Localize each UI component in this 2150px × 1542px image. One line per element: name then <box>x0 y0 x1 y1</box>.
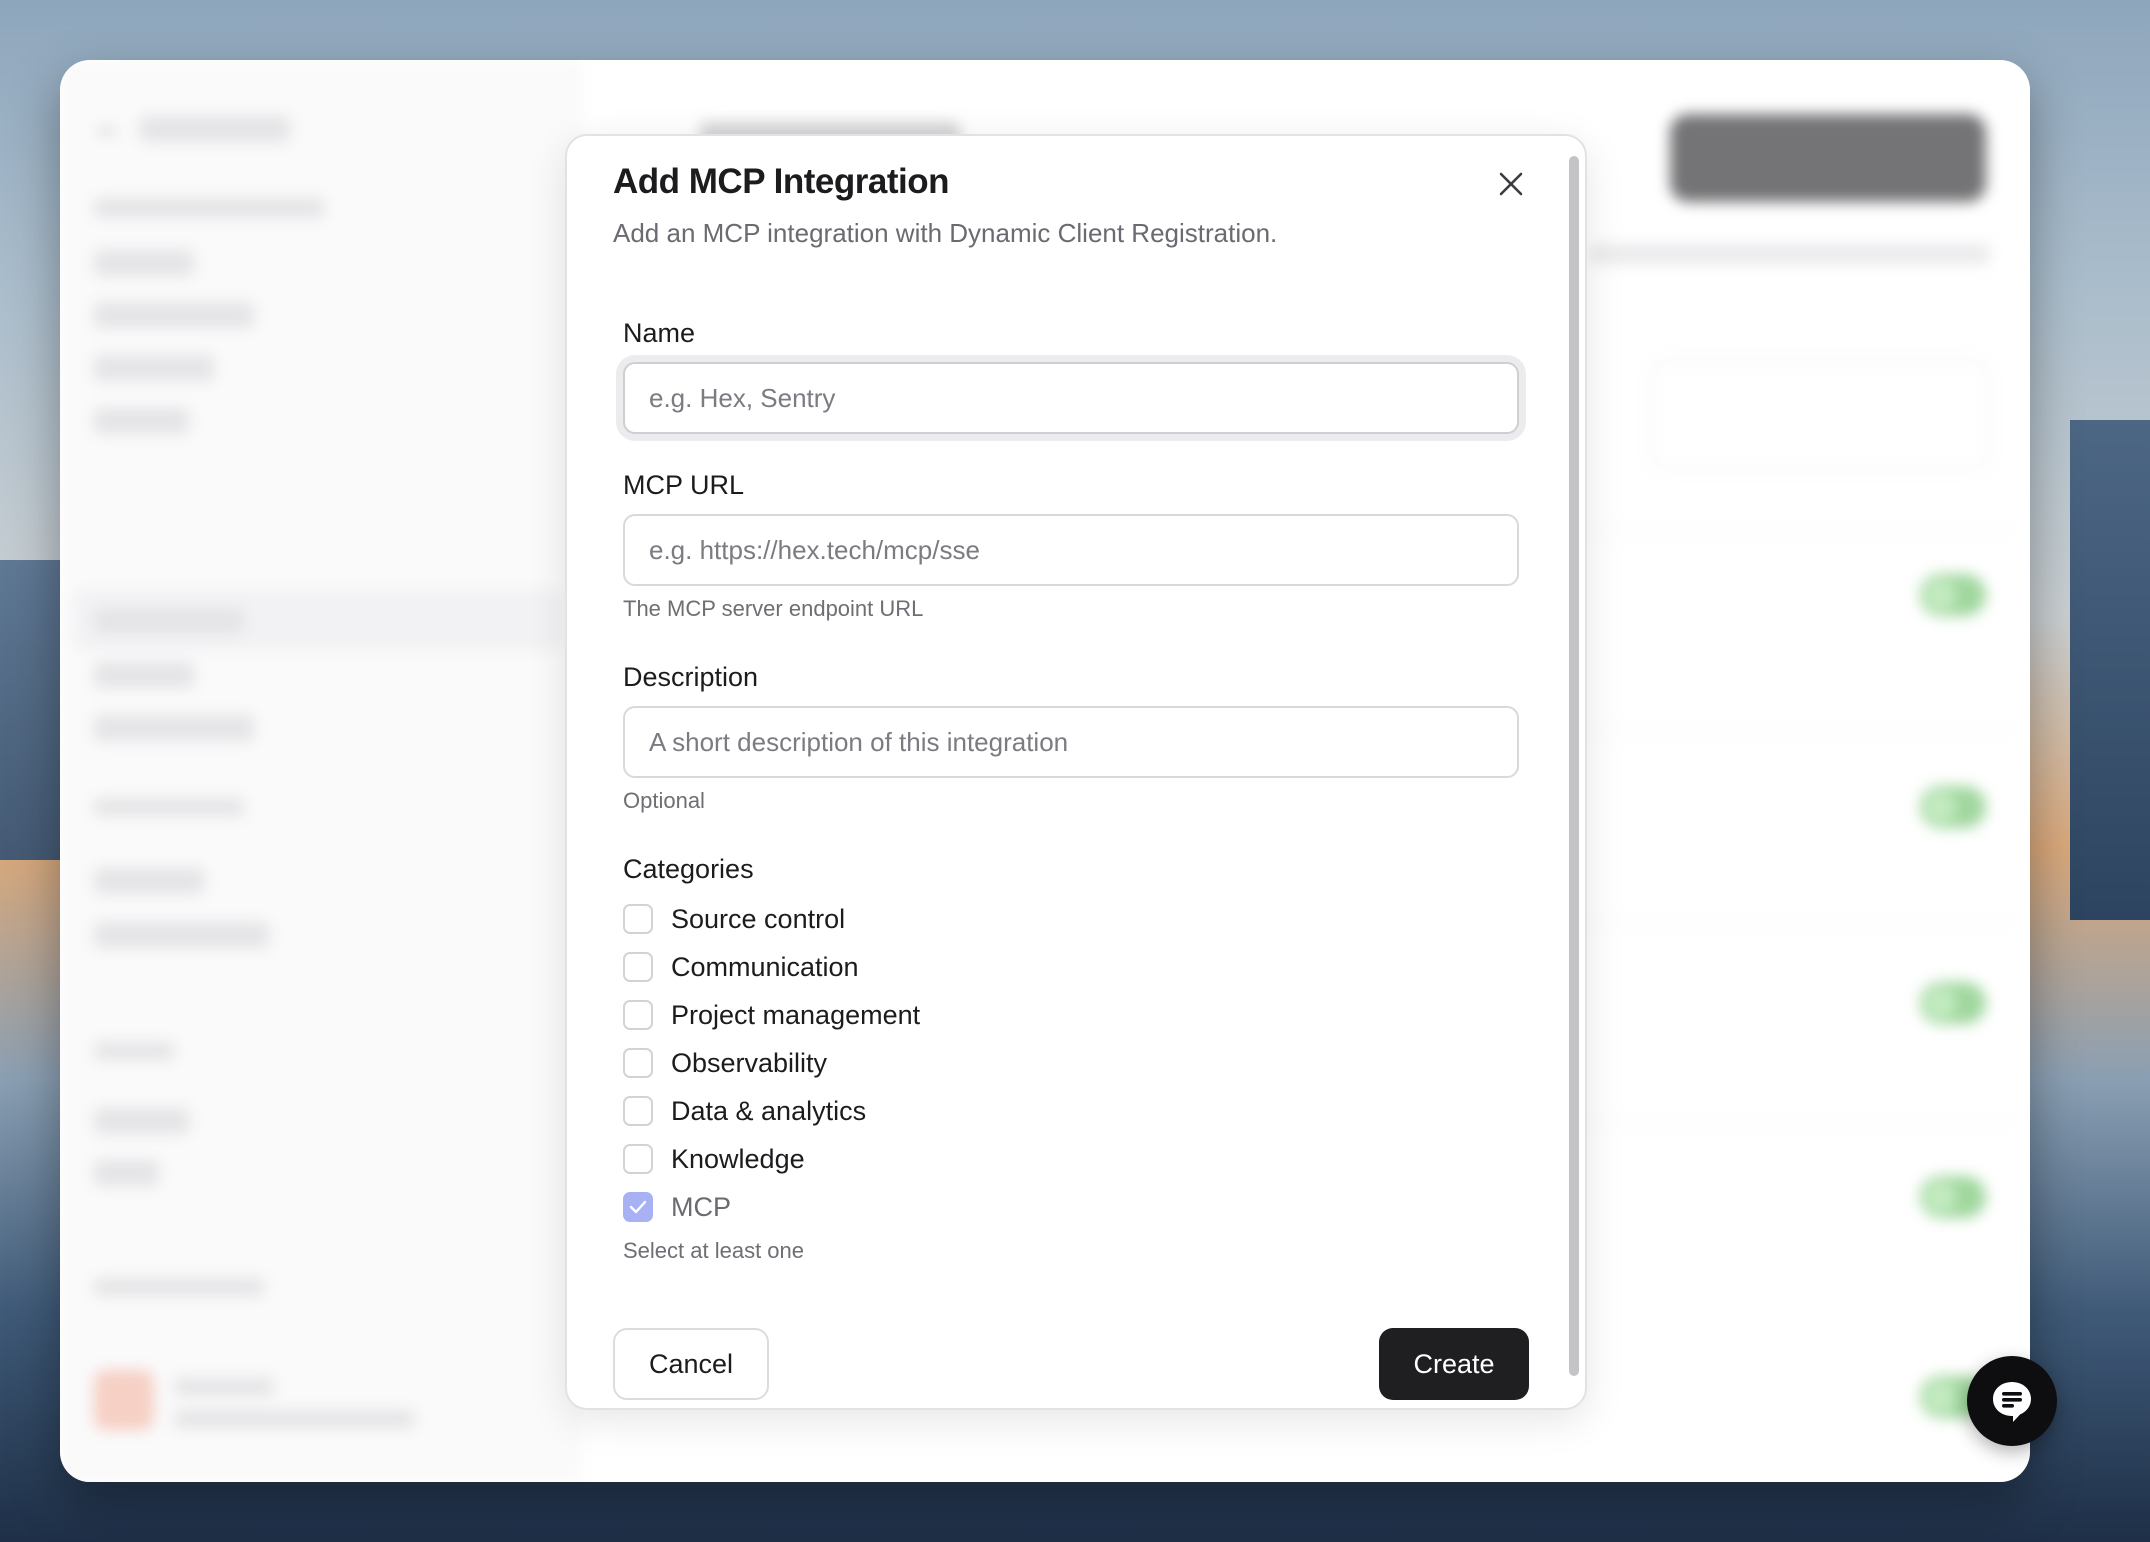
category-data-analytics[interactable]: Data & analytics <box>623 1094 866 1128</box>
description-hint: Optional <box>623 788 705 813</box>
category-mcp[interactable]: MCP <box>623 1190 731 1224</box>
chat-button[interactable] <box>1967 1356 2057 1446</box>
dialog-scrollbar[interactable] <box>1569 156 1579 1376</box>
checkbox[interactable] <box>623 1000 653 1030</box>
add-mcp-integration-dialog: Add MCP Integration Add an MCP integrati… <box>565 134 1587 1410</box>
checkmark-icon <box>629 1200 647 1214</box>
description-input[interactable] <box>623 706 1519 778</box>
description-label: Description <box>623 662 759 692</box>
category-communication[interactable]: Communication <box>623 950 859 984</box>
category-source-control[interactable]: Source control <box>623 902 845 936</box>
close-button[interactable] <box>1485 158 1537 210</box>
category-label: Observability <box>671 1047 828 1078</box>
mcp-url-label: MCP URL <box>623 470 745 500</box>
background-scenery-right <box>2070 420 2150 920</box>
checkbox[interactable] <box>623 1144 653 1174</box>
checkbox[interactable] <box>623 1096 653 1126</box>
name-input[interactable] <box>623 362 1519 434</box>
dialog-subtitle: Add an MCP integration with Dynamic Clie… <box>613 218 1278 248</box>
category-label: Project management <box>671 999 921 1030</box>
close-icon <box>1499 172 1523 196</box>
category-label: MCP <box>671 1191 731 1222</box>
name-label: Name <box>623 318 696 348</box>
category-label: Source control <box>671 903 846 934</box>
category-project-management[interactable]: Project management <box>623 998 920 1032</box>
mcp-url-input[interactable] <box>623 514 1519 586</box>
category-observability[interactable]: Observability <box>623 1046 827 1080</box>
category-label: Knowledge <box>671 1143 805 1174</box>
categories-label: Categories <box>623 854 754 884</box>
mcp-url-hint: The MCP server endpoint URL <box>623 596 924 621</box>
cancel-button[interactable]: Cancel <box>613 1328 769 1400</box>
chat-bubble-icon <box>1993 1382 2031 1422</box>
checkbox[interactable] <box>623 1048 653 1078</box>
checkbox-checked[interactable] <box>623 1192 653 1222</box>
categories-hint: Select at least one <box>623 1238 805 1263</box>
create-button[interactable]: Create <box>1379 1328 1529 1400</box>
category-label: Data & analytics <box>671 1095 867 1126</box>
category-knowledge[interactable]: Knowledge <box>623 1142 805 1176</box>
dialog-title: Add MCP Integration <box>613 162 949 201</box>
checkbox[interactable] <box>623 952 653 982</box>
checkbox[interactable] <box>623 904 653 934</box>
category-label: Communication <box>671 951 859 982</box>
